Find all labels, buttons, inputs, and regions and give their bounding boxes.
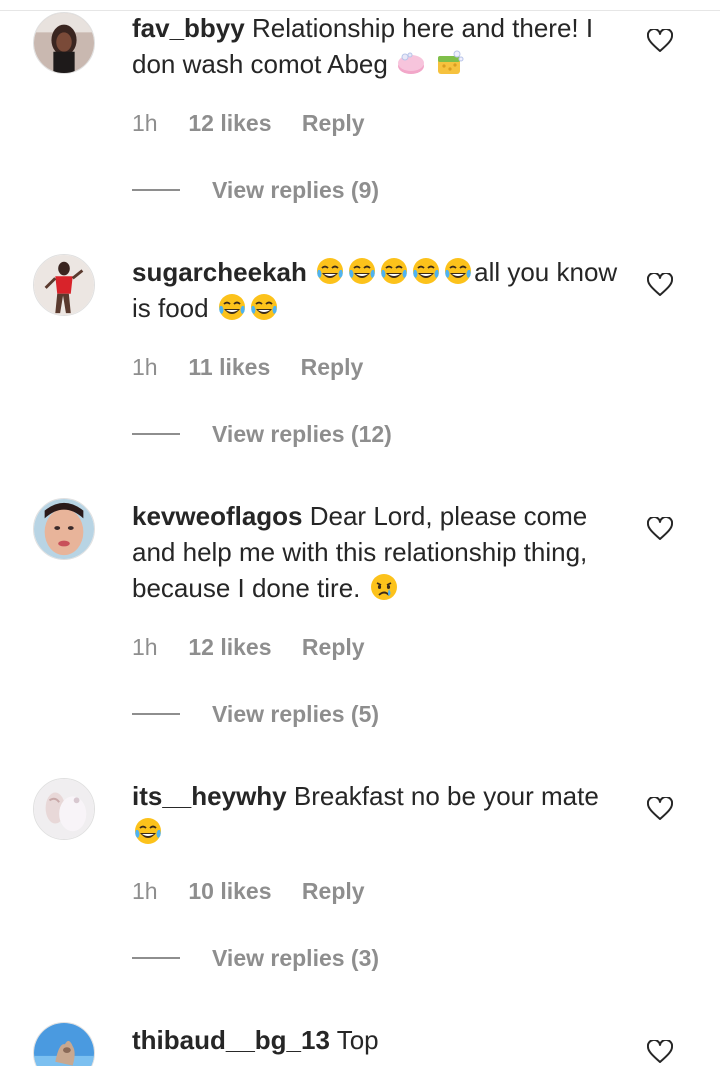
likes-count[interactable]: 11 likes — [188, 354, 270, 381]
sponge-emoji — [435, 48, 465, 78]
replies-divider-line — [132, 433, 180, 436]
comment-meta: 1h 12 likes Reply — [132, 634, 365, 661]
reply-button[interactable]: Reply — [302, 634, 365, 661]
replies-divider-line — [132, 713, 180, 716]
like-heart-icon[interactable] — [647, 1040, 673, 1064]
username[interactable]: fav_bbyy — [132, 13, 245, 43]
comment-time: 1h — [132, 110, 158, 136]
view-replies-label: View replies (3) — [212, 945, 380, 971]
username[interactable]: thibaud__bg_13 — [132, 1025, 330, 1055]
like-heart-icon[interactable] — [647, 797, 673, 821]
comment-time: 1h — [132, 634, 158, 660]
tears-of-joy-emoji — [249, 292, 279, 322]
likes-count[interactable]: 12 likes — [188, 634, 271, 661]
comment-text: thibaud__bg_13 Top — [132, 1022, 622, 1058]
comment-item: kevweoflagos Dear Lord, please come and … — [0, 498, 720, 758]
comment-meta: 1h 11 likes Reply — [132, 354, 363, 381]
comment-body: Breakfast no be your mate — [286, 781, 599, 811]
avatar[interactable] — [33, 12, 95, 74]
tears-of-joy-emoji — [411, 256, 441, 286]
reply-button[interactable]: Reply — [301, 354, 364, 381]
comment-item: its__heywhy Breakfast no be your mate 1h… — [0, 778, 720, 998]
replies-divider-line — [132, 189, 180, 192]
view-replies-button[interactable]: View replies (9) — [132, 177, 379, 204]
tears-of-joy-emoji — [217, 292, 247, 322]
reply-button[interactable]: Reply — [302, 110, 365, 137]
username[interactable]: sugarcheekah — [132, 257, 307, 287]
like-heart-icon[interactable] — [647, 517, 673, 541]
comment-time: 1h — [132, 354, 158, 380]
view-replies-button[interactable]: View replies (12) — [132, 421, 392, 448]
comment-body: Top — [329, 1025, 379, 1055]
comment-meta: 1h 10 likes Reply — [132, 878, 365, 905]
like-heart-icon[interactable] — [647, 273, 673, 297]
soap-emoji — [396, 48, 426, 78]
comment-text: its__heywhy Breakfast no be your mate — [132, 778, 622, 850]
reply-button[interactable]: Reply — [302, 878, 365, 905]
username[interactable]: its__heywhy — [132, 781, 287, 811]
crying-face-emoji — [369, 572, 399, 602]
likes-count[interactable]: 10 likes — [188, 878, 271, 905]
comment-item: sugarcheekah all you know is food 1h 11 … — [0, 254, 720, 474]
like-heart-icon[interactable] — [647, 29, 673, 53]
tears-of-joy-emoji — [347, 256, 377, 286]
comment-item: fav_bbyy Relationship here and there! I … — [0, 10, 720, 230]
avatar[interactable] — [33, 1022, 95, 1066]
view-replies-label: View replies (12) — [212, 421, 392, 447]
comment-text: fav_bbyy Relationship here and there! I … — [132, 10, 622, 82]
view-replies-label: View replies (5) — [212, 701, 380, 727]
comment-text: sugarcheekah all you know is food — [132, 254, 622, 326]
avatar[interactable] — [33, 498, 95, 560]
view-replies-button[interactable]: View replies (5) — [132, 701, 379, 728]
comment-time: 1h — [132, 878, 158, 904]
comment-meta: 1h 12 likes Reply — [132, 110, 365, 137]
comment-item: thibaud__bg_13 Top — [0, 1022, 720, 1066]
avatar[interactable] — [33, 254, 95, 316]
replies-divider-line — [132, 957, 180, 960]
tears-of-joy-emoji — [133, 816, 163, 846]
view-replies-label: View replies (9) — [212, 177, 380, 203]
username[interactable]: kevweoflagos — [132, 501, 303, 531]
avatar[interactable] — [33, 778, 95, 840]
tears-of-joy-emoji — [315, 256, 345, 286]
comment-text: kevweoflagos Dear Lord, please come and … — [132, 498, 622, 606]
view-replies-button[interactable]: View replies (3) — [132, 945, 379, 972]
tears-of-joy-emoji — [443, 256, 473, 286]
likes-count[interactable]: 12 likes — [188, 110, 271, 137]
tears-of-joy-emoji — [379, 256, 409, 286]
